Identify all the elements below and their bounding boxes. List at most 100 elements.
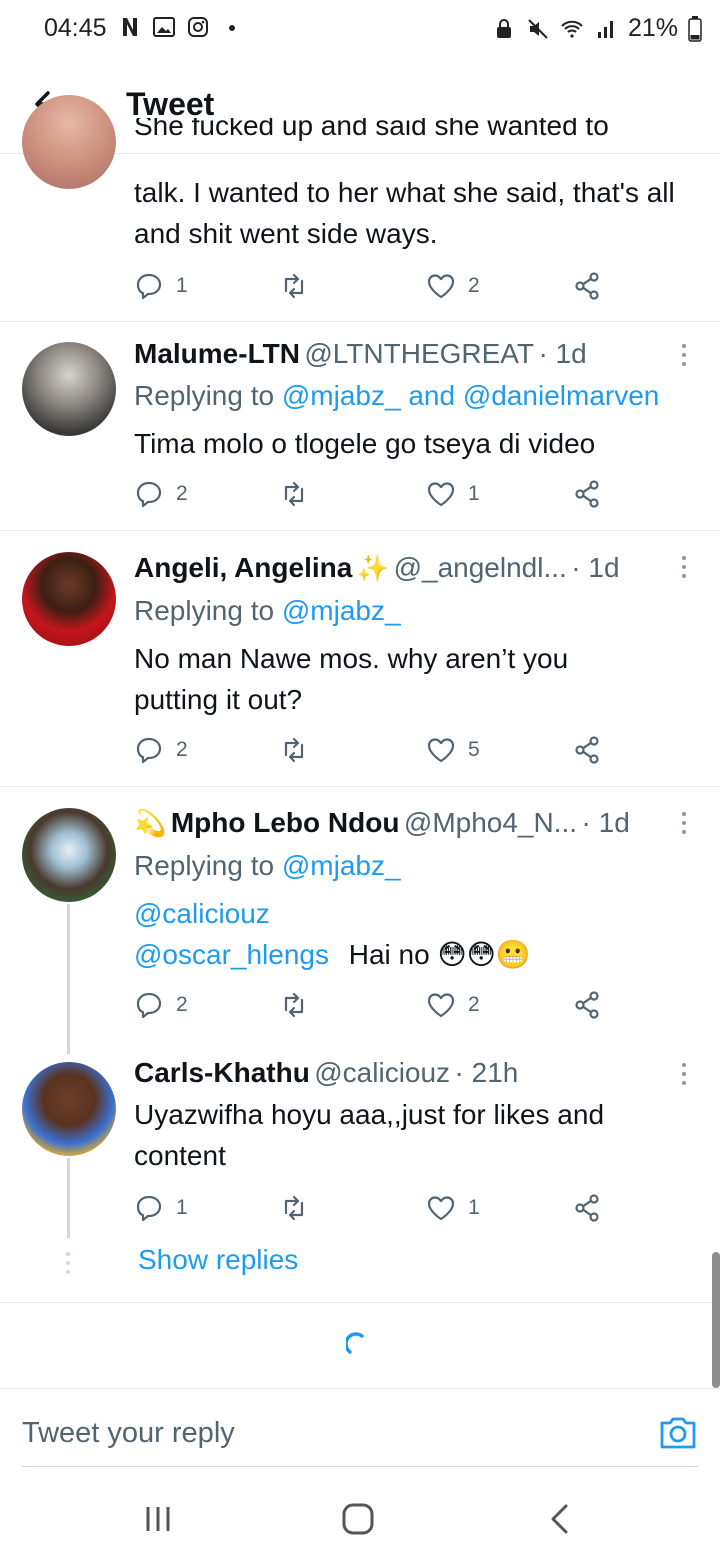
share-icon (575, 991, 599, 1019)
composer-underline (22, 1466, 698, 1467)
tweet-actions: 2 2 (134, 985, 614, 1025)
battery-icon (688, 15, 702, 42)
retweet-icon (284, 273, 304, 299)
more-icon (64, 1252, 72, 1278)
avatar[interactable] (22, 342, 116, 436)
reply-icon (136, 737, 162, 764)
recent-apps-icon[interactable] (138, 1502, 178, 1536)
divider (0, 530, 720, 531)
show-replies-link[interactable]: Show replies (138, 1244, 298, 1276)
more-icon[interactable] (680, 812, 688, 838)
like-icon (427, 274, 455, 299)
like-icon (427, 993, 455, 1018)
display-name[interactable]: Malume-LTN (134, 338, 300, 369)
retweet-icon (284, 481, 304, 507)
mention-link[interactable]: @mjabz_ (282, 595, 401, 626)
like-button[interactable]: 2 (426, 266, 480, 306)
reply-count: 2 (176, 482, 188, 505)
retweet-button[interactable] (279, 730, 309, 770)
reply-button[interactable]: 2 (134, 985, 188, 1025)
like-button[interactable]: 5 (426, 730, 480, 770)
gallery-icon (153, 17, 175, 37)
like-count: 5 (468, 738, 480, 761)
battery-percent: 21% (627, 14, 678, 42)
reply-icon (136, 273, 162, 300)
reply-icon (136, 1195, 162, 1222)
more-icon[interactable] (680, 1063, 688, 1089)
avatar[interactable] (22, 1062, 116, 1156)
tweet-text: @oscar_hlengs Hai no 😳😳😬 (134, 934, 531, 975)
tweet-header: Carls-Khathu @caliciouz · 21h (134, 1057, 664, 1089)
notification-icons (118, 15, 244, 39)
more-icon[interactable] (680, 344, 688, 370)
reply-icon (136, 481, 162, 508)
avatar[interactable] (22, 808, 116, 902)
reply-button[interactable]: 2 (134, 730, 188, 770)
wifi-icon (561, 20, 583, 38)
reply-composer: Tweet your reply (0, 1388, 720, 1470)
mention-link[interactable]: @caliciouz (134, 893, 270, 934)
tweet-actions: 1 2 (134, 266, 614, 306)
handle[interactable]: @LTNTHEGREAT (304, 338, 534, 369)
camera-icon[interactable] (658, 1415, 698, 1451)
system-icons: 21% (492, 14, 702, 43)
display-name[interactable]: Angeli, Angelina (134, 552, 352, 583)
sparkles-emoji: ✨ (356, 553, 390, 583)
mention-link[interactable]: @mjabz_ (282, 380, 401, 411)
retweet-button[interactable] (279, 1188, 309, 1228)
reply-count: 1 (176, 274, 188, 297)
handle[interactable]: @_angelndl... (394, 552, 567, 583)
share-button[interactable] (572, 730, 602, 770)
divider (0, 1302, 720, 1303)
share-button[interactable] (572, 1188, 602, 1228)
reply-input[interactable]: Tweet your reply (22, 1417, 235, 1450)
replying-to-label: Replying to (134, 380, 275, 411)
tweet-text: Uyazwifha hoyu aaa,,just for likes and c… (134, 1099, 605, 1171)
tweet-text: Tima molo o tlogele go tseya di video (134, 428, 596, 459)
mention-link[interactable]: @mjabz_ (282, 850, 401, 881)
display-name[interactable]: Mpho Lebo Ndou (171, 807, 400, 838)
tweet-text: talk. I wanted to her what she said, tha… (134, 177, 675, 249)
avatar[interactable] (22, 95, 116, 189)
retweet-button[interactable] (279, 985, 309, 1025)
retweet-button[interactable] (279, 266, 309, 306)
replying-to: Replying to @mjabz_ and @danielmarven (134, 380, 659, 412)
tweet-body: Hai no (348, 939, 430, 970)
mention-link[interactable]: @danielmarven (463, 380, 660, 411)
like-button[interactable]: 1 (426, 474, 480, 514)
more-icon[interactable] (680, 556, 688, 582)
avatar[interactable] (22, 552, 116, 646)
like-button[interactable]: 1 (426, 1188, 480, 1228)
share-button[interactable] (572, 266, 602, 306)
share-icon (575, 480, 599, 508)
reply-button[interactable]: 1 (134, 266, 188, 306)
handle[interactable]: @Mpho4_N... (404, 807, 577, 838)
dot-icon (229, 25, 235, 31)
display-name[interactable]: Carls-Khathu (134, 1057, 310, 1088)
home-icon[interactable] (338, 1502, 378, 1536)
share-button[interactable] (572, 985, 602, 1025)
divider (0, 786, 720, 787)
tweet-actions: 2 5 (134, 730, 614, 770)
signal-icon (597, 20, 613, 38)
handle[interactable]: @caliciouz (314, 1057, 450, 1088)
retweet-icon (284, 1195, 304, 1221)
replying-to-label: Replying to (134, 595, 275, 626)
reply-count: 2 (176, 993, 188, 1016)
scrollbar[interactable] (712, 1252, 720, 1388)
like-button[interactable]: 2 (426, 985, 480, 1025)
back-icon[interactable] (540, 1502, 580, 1536)
tweet-header: 💫 Mpho Lebo Ndou @Mpho4_N... · 1d (134, 807, 664, 839)
tweet-emojis: 😳😳😬 (437, 939, 531, 970)
mention-link[interactable]: @oscar_hlengs (134, 939, 329, 970)
reply-button[interactable]: 1 (134, 1188, 188, 1228)
status-bar: 04:45 21% (0, 0, 720, 60)
like-icon (427, 1196, 455, 1221)
timestamp: · 21h (454, 1057, 519, 1088)
share-button[interactable] (572, 474, 602, 514)
reply-count: 1 (176, 1196, 188, 1219)
loading-spinner-icon (346, 1332, 364, 1354)
reply-button[interactable]: 2 (134, 474, 188, 514)
netflix-icon (123, 18, 137, 36)
retweet-button[interactable] (279, 474, 309, 514)
